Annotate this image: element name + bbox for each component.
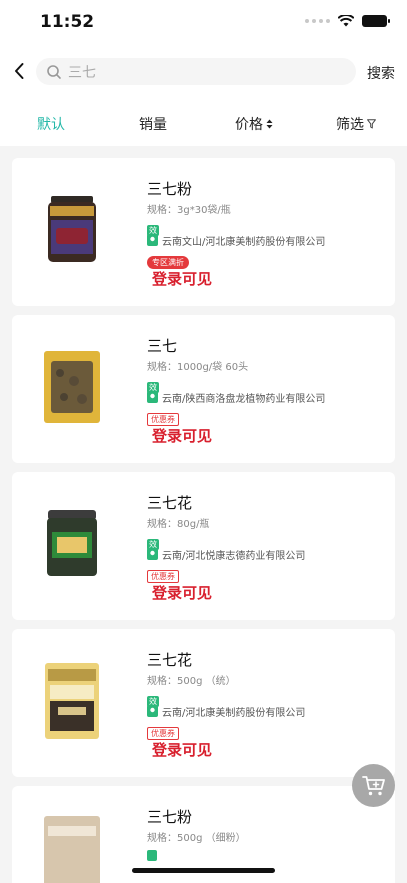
status-time: 11:52 — [40, 12, 95, 32]
login-to-view-price[interactable]: 登录可见 — [147, 268, 387, 288]
product-spec: 规格：1000g/袋 60头 — [147, 362, 249, 373]
effect-tag — [147, 850, 157, 861]
location-pin-icon — [147, 234, 158, 246]
sort-arrows-icon — [266, 119, 273, 129]
product-info: 三七花 规格：80g/瓶 效 云南/河北悦康志德药业有限公司 优惠券 登录可见 — [147, 492, 387, 602]
manufacturer: 云南/陕西商洛盘龙植物药业有限公司 — [162, 393, 326, 405]
search-input[interactable] — [68, 63, 328, 80]
search-box[interactable] — [36, 58, 356, 85]
product-name: 三七粉 — [147, 180, 193, 198]
product-spec: 规格：500g （细粉） — [147, 833, 246, 844]
product-info: 三七花 规格：500g （统） 效 云南/河北康美制药股份有限公司 优惠券 登录… — [147, 649, 387, 759]
search-header: 搜索 — [0, 52, 407, 92]
product-info: 三七 规格：1000g/袋 60头 效 云南/陕西商洛盘龙植物药业有限公司 优惠… — [147, 335, 387, 445]
cart-button[interactable] — [352, 764, 395, 807]
product-spec: 规格：500g （统） — [147, 676, 236, 687]
filter-tab[interactable]: 筛选 — [336, 114, 376, 134]
login-to-view-price[interactable]: 登录可见 — [147, 739, 387, 759]
product-name: 三七 — [147, 337, 178, 355]
product-spec: 规格：80g/瓶 — [147, 519, 210, 530]
search-button[interactable]: 搜索 — [367, 63, 395, 83]
funnel-icon — [367, 119, 376, 129]
product-info: 三七粉 规格：3g*30袋/瓶 效 云南文山/河北康美制药股份有限公司 专区满折… — [147, 178, 387, 288]
status-bar: 11:52 — [0, 0, 407, 46]
manufacturer: 云南文山/河北康美制药股份有限公司 — [162, 236, 326, 248]
status-icons — [305, 15, 390, 27]
wifi-icon — [338, 15, 354, 27]
product-image — [44, 816, 100, 883]
login-to-view-price[interactable]: 登录可见 — [147, 582, 387, 602]
battery-icon — [362, 15, 390, 27]
sort-price-label: 价格 — [235, 117, 263, 133]
chevron-left-icon — [15, 63, 24, 79]
login-to-view-price[interactable]: 登录可见 — [147, 425, 387, 445]
product-card[interactable]: 三七 规格：1000g/袋 60头 效 云南/陕西商洛盘龙植物药业有限公司 优惠… — [12, 315, 395, 463]
filter-label: 筛选 — [336, 117, 364, 133]
product-image — [45, 663, 99, 739]
location-pin-icon — [147, 548, 158, 560]
manufacturer: 云南/河北康美制药股份有限公司 — [162, 707, 306, 719]
back-button[interactable] — [8, 58, 30, 84]
product-name: 三七花 — [147, 651, 193, 669]
cart-add-icon — [361, 775, 385, 795]
product-info: 三七粉 规格：500g （细粉） — [147, 806, 387, 861]
location-pin-icon — [147, 391, 158, 403]
product-card[interactable]: 三七花 规格：500g （统） 效 云南/河北康美制药股份有限公司 优惠券 登录… — [12, 629, 395, 777]
signal-icon — [305, 19, 330, 23]
location-pin-icon — [147, 705, 158, 717]
sort-default-label: 默认 — [37, 117, 65, 133]
product-name: 三七花 — [147, 494, 193, 512]
product-card[interactable]: 三七粉 规格：3g*30袋/瓶 效 云南文山/河北康美制药股份有限公司 专区满折… — [12, 158, 395, 306]
manufacturer: 云南/河北悦康志德药业有限公司 — [162, 550, 306, 562]
product-name: 三七粉 — [147, 808, 193, 826]
sort-sales-tab[interactable]: 销量 — [139, 114, 167, 134]
product-image — [47, 510, 97, 576]
product-spec: 规格：3g*30袋/瓶 — [147, 205, 231, 216]
product-card[interactable]: 三七花 规格：80g/瓶 效 云南/河北悦康志德药业有限公司 优惠券 登录可见 — [12, 472, 395, 620]
sort-price-tab[interactable]: 价格 — [235, 114, 273, 134]
sort-bar: 默认 销量 价格 筛选 — [0, 110, 407, 138]
product-image — [44, 351, 100, 423]
search-icon — [46, 64, 62, 80]
sort-default-tab[interactable]: 默认 — [37, 114, 65, 134]
sort-sales-label: 销量 — [139, 117, 167, 133]
home-indicator — [132, 868, 275, 873]
product-image — [48, 196, 96, 262]
